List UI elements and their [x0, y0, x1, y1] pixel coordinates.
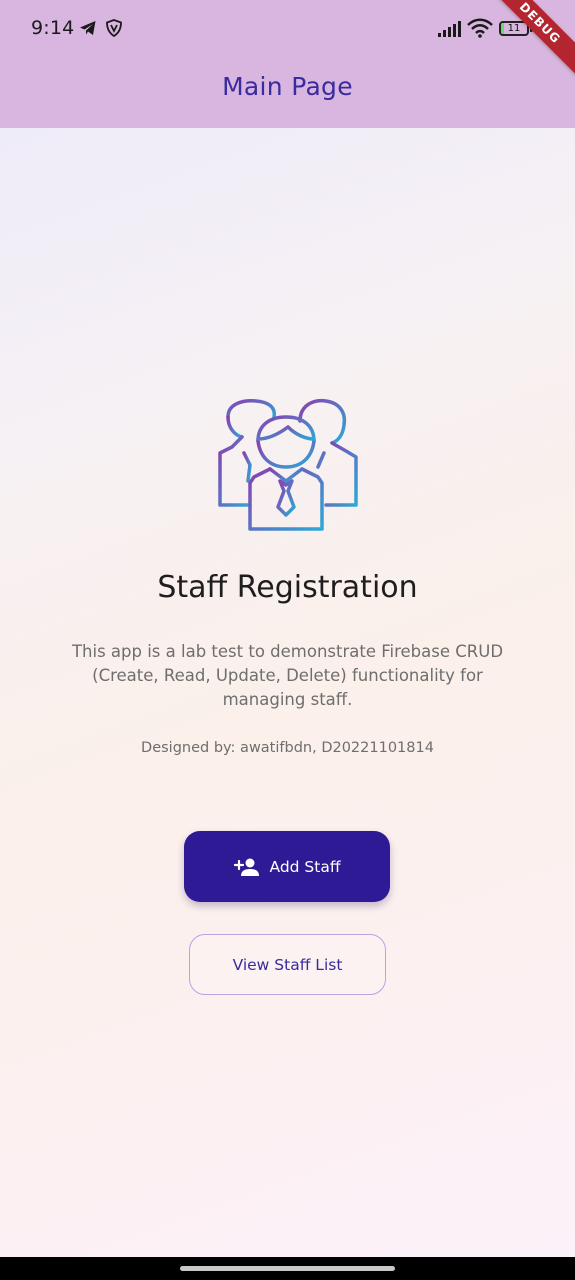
signal-icon: [438, 21, 461, 37]
credit-text: Designed by: awatifbdn, D20221101814: [141, 740, 434, 756]
home-gesture-handle[interactable]: [180, 1266, 395, 1271]
description: This app is a lab test to demonstrate Fi…: [71, 642, 504, 709]
person-add-icon: [234, 858, 260, 876]
page-title: Main Page: [222, 72, 353, 101]
add-staff-label: Add Staff: [269, 857, 341, 876]
vpn-shield-icon: [106, 19, 122, 38]
heading: Staff Registration: [157, 570, 418, 605]
staff-group-icon: [218, 398, 358, 531]
app-bar: 9:14 11 DEBUG Main Page: [0, 0, 575, 128]
add-staff-button[interactable]: Add Staff: [184, 831, 390, 902]
status-time: 9:14: [31, 17, 75, 39]
battery-level: 11: [507, 23, 521, 34]
telegram-icon: [80, 21, 96, 35]
view-staff-list-button[interactable]: View Staff List: [189, 934, 386, 995]
navigation-bar: [0, 1257, 575, 1280]
wifi-icon: [467, 18, 493, 38]
view-staff-list-label: View Staff List: [232, 955, 343, 974]
